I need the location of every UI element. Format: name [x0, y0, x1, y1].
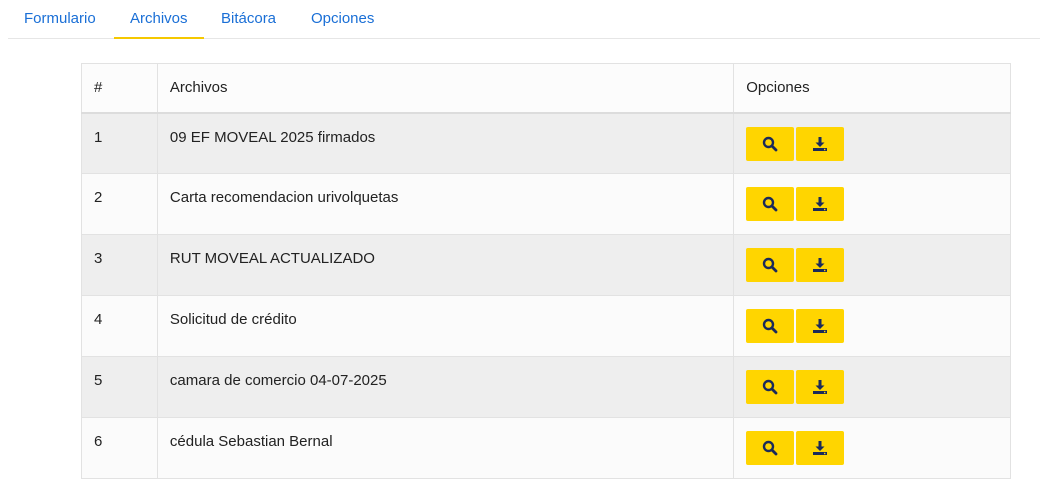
row-options	[733, 417, 1011, 479]
header-archivos: Archivos	[156, 63, 735, 114]
row-number: 2	[81, 173, 158, 235]
files-table: # Archivos Opciones 1 09 EF MOVEAL 2025 f…	[81, 63, 1011, 479]
row-number: 1	[81, 112, 158, 174]
table-row: 1 09 EF MOVEAL 2025 firmados	[81, 112, 1011, 174]
download-button[interactable]	[796, 431, 845, 465]
tab-bitacora[interactable]: Bitácora	[205, 0, 292, 38]
view-button[interactable]	[746, 248, 795, 282]
table-row: 5 camara de comercio 04-07-2025	[81, 356, 1011, 418]
file-name: Carta recomendacion urivolquetas	[156, 173, 735, 235]
file-name: 09 EF MOVEAL 2025 firmados	[156, 112, 735, 174]
tab-bar: Formulario Archivos Bitácora Opciones	[8, 0, 1040, 39]
table-row: 6 cédula Sebastian Bernal	[81, 417, 1011, 479]
table-row: 3 RUT MOVEAL ACTUALIZADO	[81, 234, 1011, 296]
table-header-row: # Archivos Opciones	[81, 63, 1011, 114]
file-name: Solicitud de crédito	[156, 295, 735, 357]
table-row: 4 Solicitud de crédito	[81, 295, 1011, 357]
row-number: 4	[81, 295, 158, 357]
file-name: camara de comercio 04-07-2025	[156, 356, 735, 418]
view-button[interactable]	[746, 431, 795, 465]
download-button[interactable]	[796, 309, 845, 343]
view-button[interactable]	[746, 187, 795, 221]
row-number: 6	[81, 417, 158, 479]
row-options	[733, 112, 1011, 174]
download-button[interactable]	[796, 248, 845, 282]
tab-opciones[interactable]: Opciones	[295, 0, 390, 38]
row-options	[733, 295, 1011, 357]
header-opciones: Opciones	[733, 63, 1011, 114]
download-button[interactable]	[796, 370, 845, 404]
table-row: 2 Carta recomendacion urivolquetas	[81, 173, 1011, 235]
view-button[interactable]	[746, 370, 795, 404]
row-number: 5	[81, 356, 158, 418]
file-name: cédula Sebastian Bernal	[156, 417, 735, 479]
row-options	[733, 234, 1011, 296]
view-button[interactable]	[746, 309, 795, 343]
download-button[interactable]	[796, 126, 845, 161]
row-options	[733, 356, 1011, 418]
row-options	[733, 173, 1011, 235]
header-num: #	[81, 63, 158, 114]
download-button[interactable]	[796, 187, 845, 221]
tab-formulario[interactable]: Formulario	[8, 0, 112, 38]
view-button[interactable]	[746, 126, 795, 161]
row-number: 3	[81, 234, 158, 296]
file-name: RUT MOVEAL ACTUALIZADO	[156, 234, 735, 296]
tab-archivos[interactable]: Archivos	[114, 0, 204, 39]
